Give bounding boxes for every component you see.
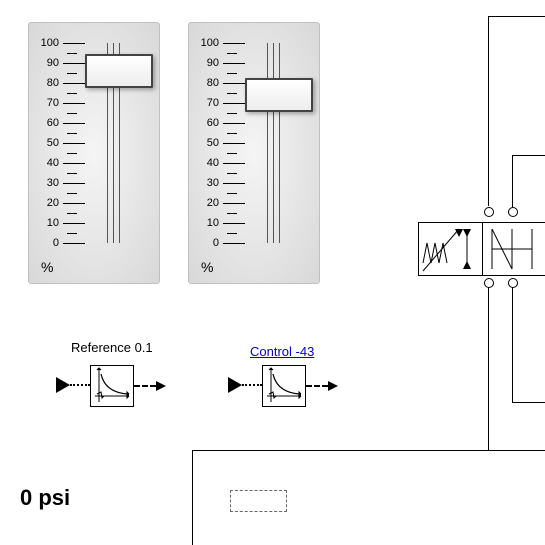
slider-1-unit: % — [41, 259, 53, 275]
hydraulic-line — [512, 402, 545, 403]
output-arrow-icon — [156, 381, 166, 391]
valve-port-icon — [484, 207, 494, 217]
slider-2-knob[interactable] — [245, 78, 313, 112]
reference-function-block[interactable] — [90, 365, 134, 407]
slider-1-knob[interactable] — [85, 54, 153, 88]
decay-curve-icon — [263, 366, 305, 406]
reference-block-label: Reference 0.1 — [71, 340, 153, 355]
control-block-link[interactable]: Control -43 — [250, 344, 314, 359]
output-dash-line — [134, 385, 156, 387]
valve-crossover-cell-icon — [482, 223, 545, 275]
valve-port-icon — [508, 278, 518, 288]
slider-2-unit: % — [201, 259, 213, 275]
valve-port-icon — [484, 278, 494, 288]
output-arrow-icon — [328, 381, 338, 391]
input-triangle-icon — [228, 377, 242, 393]
control-function-block[interactable] — [262, 365, 306, 407]
decay-curve-icon — [91, 366, 133, 406]
valve-spring-cell-icon — [419, 223, 482, 275]
hydraulic-line — [512, 282, 513, 402]
valve-port-icon — [508, 207, 518, 217]
directional-valve[interactable] — [418, 222, 545, 276]
hydraulic-line — [488, 282, 489, 450]
pressure-readout: 0 psi — [20, 485, 70, 511]
slider-2-scale: 1009080706050403020100 — [199, 43, 254, 243]
hydraulic-line — [488, 16, 489, 206]
output-dash-line — [306, 385, 328, 387]
slider-2-track — [261, 43, 285, 243]
input-dash-line — [70, 384, 90, 388]
hydraulic-line — [512, 155, 545, 156]
hydraulic-line — [512, 155, 513, 207]
input-dash-line — [242, 384, 262, 388]
slider-panel-2: 1009080706050403020100 % — [188, 22, 320, 284]
placeholder-box — [230, 490, 287, 512]
hydraulic-line — [488, 16, 545, 17]
hydraulic-line — [192, 450, 545, 451]
hydraulic-line — [192, 450, 193, 545]
slider-panel-1: 1009080706050403020100 % — [28, 22, 160, 284]
input-triangle-icon — [56, 377, 70, 393]
